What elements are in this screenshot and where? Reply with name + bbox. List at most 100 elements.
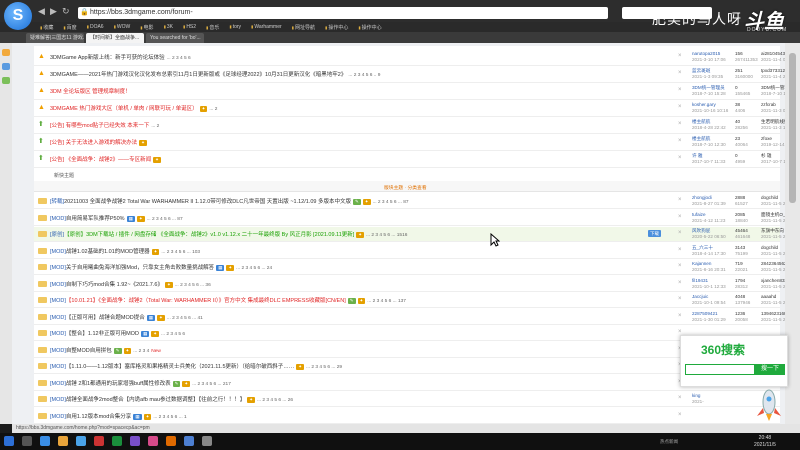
thread-row[interactable]: [MOD]【整合】1.12非正版可用MOD ▦ ✦... 2 3 4 5 6 ×	[34, 326, 780, 341]
edge-icon[interactable]	[40, 436, 50, 446]
thread-row[interactable]: [MOD]战锤 2和1都通用的玩家增强buff属性修改表 ✎ ✦... 2 3 4 …	[34, 376, 780, 391]
thread-row[interactable]: [转载]20211003 全面战争战锤2 Total War WARHAMMER…	[34, 194, 785, 209]
thread-tag[interactable]: [MOD]	[50, 414, 66, 420]
close-icon[interactable]: ×	[678, 263, 682, 269]
thread-title[interactable]: 3DMGAME 热门游戏大区（单机 / 单肉 / 网联可玩 / 单诞区） ✦...…	[50, 104, 217, 112]
thread-pages[interactable]: ... 2 3 4 5 6 .. 9	[348, 73, 380, 78]
close-icon[interactable]: ×	[678, 247, 682, 253]
sticky-thread-row[interactable]: ⬆ [公告] 《全面战争：战锤2》——专区新闻 ✦ × 许 雅 2017-10-7 11:…	[34, 152, 785, 168]
scrollbar-thumb[interactable]	[789, 53, 796, 203]
thread-pages[interactable]: ... 2 3 4 5 6 ... 87	[373, 200, 409, 205]
thread-pages[interactable]: ... 2 3 4 5 6 ... 87	[147, 217, 183, 222]
thread-pages[interactable]: ... 2	[151, 124, 159, 129]
sticky-thread-row[interactable]: ▲ 3DMGAME——2021年热门游戏汉化汉化发布总索引11月1日更新版或《足球…	[34, 67, 785, 83]
app-icon[interactable]	[166, 436, 176, 446]
bookmark[interactable]: 收藏	[36, 24, 57, 31]
thread-pages[interactable]: ... 2 3 4 5 6 ... 103	[161, 250, 200, 255]
thread-title-text[interactable]: 自整MOD自用拼包	[66, 348, 112, 354]
thread-pages[interactable]: ... 2	[209, 107, 217, 112]
folder-icon[interactable]	[58, 436, 68, 446]
thread-title[interactable]: 3DM 全论坛版区 管理规章制度！	[50, 87, 131, 95]
bookmark[interactable]: tory	[225, 24, 245, 30]
thread-title-text[interactable]: [公告] 关于无法进入游戏的解决办法	[50, 140, 137, 146]
bookmark[interactable]: 音乐	[202, 24, 223, 31]
last-post-user[interactable]: xjanchen8325	[761, 278, 785, 284]
rocket-icon[interactable]	[752, 386, 786, 422]
close-icon[interactable]: ×	[678, 53, 682, 59]
browser-tab-active[interactable]: 【时间新】全面战争...	[86, 33, 144, 43]
thread-pages[interactable]: ... 2 3 4 5 6 ... 137	[367, 299, 406, 304]
sticky-thread-row[interactable]: ⬆ [公告] 有哪些mod贴子已经失效 本来一下... 2 × 楼主航航 2018-4-…	[34, 118, 785, 134]
close-icon[interactable]: ×	[678, 121, 682, 127]
thread-pages[interactable]: ... 2 3 4 5 6 ... 217	[192, 382, 231, 387]
thread-title[interactable]: [MOD]关于自用曦曲兔海洋加强Mod，只靠女主角击败数量挑战解答 ▦ ✦... 2…	[50, 263, 272, 271]
favorites-icon[interactable]	[2, 49, 10, 56]
thread-tag[interactable]: [转载]	[50, 199, 64, 205]
app-icon[interactable]	[94, 436, 104, 446]
thread-title[interactable]: [MOD]自整MOD自用拼包 ✎ ✦... 2 3 4 New	[50, 346, 161, 354]
thread-title-text[interactable]: 【正版可用】战锤合题MOD提合	[66, 315, 145, 321]
thread-pages[interactable]: ... 2 3 4	[133, 349, 149, 354]
thread-title[interactable]: [MOD]【10.01.21】《全面战争：战锤2（Total War: WARH…	[50, 296, 406, 304]
sticky-thread-row[interactable]: ▲ 3DM 全论坛版区 管理规章制度！ × 3DM统一管理员 2018-7-10 15:…	[34, 84, 785, 100]
thread-title-text[interactable]: 自用1.12版本mod合集分享	[66, 414, 131, 420]
sticky-thread-row[interactable]: ▲ 3DMGame App新版上线：新手可获的论坛体验... 2 3 4 5 6 ×…	[34, 50, 785, 66]
thread-title[interactable]: [MOD]自用简易军队推荐P50% ▦ ✦... 2 3 4 5 6 ... 87	[50, 214, 183, 222]
last-post-user[interactable]: 面镜主机O_o	[761, 212, 785, 218]
refresh-icon[interactable]: ↻	[62, 6, 70, 17]
thread-title-text[interactable]: [公告] 《全面战争：战锤2》——专区新闻	[50, 157, 151, 163]
close-icon[interactable]: ×	[678, 230, 682, 236]
thread-title[interactable]: [MOD]【1.11.0——1.12版本】塞库格灵和果格精灵士兵美化（2021.…	[50, 362, 342, 370]
bookmark[interactable]: 3K	[160, 24, 177, 30]
thread-title[interactable]: [MOD]战锤 2和1都通用的玩家增强buff属性修改表 ✎ ✦... 2 3 4 …	[50, 379, 231, 387]
thread-title-text[interactable]: 战锤全面战争2mod整合【内诡afb mau参过数据调整】【往前之行！！！】	[66, 397, 245, 403]
bookmark[interactable]: 电影	[136, 24, 157, 31]
back-icon[interactable]: ◀	[38, 6, 45, 17]
thread-title-text[interactable]: 自制下巧巧mod合集 1.92~《2021.7.6》	[66, 282, 163, 288]
thread-row[interactable]: [MOD]自用简易军队推荐P50% ▦ ✦... 2 3 4 5 6 ... 87 ×…	[34, 211, 785, 226]
bookmark[interactable]: 百度	[59, 24, 80, 31]
thread-row[interactable]: [MOD]关于自用曦曲兔海洋加强Mod，只靠女主角击败数量挑战解答 ▦ ✦... 2…	[34, 260, 785, 275]
thread-title[interactable]: [MOD]【正版可用】战锤合题MOD提合 ▦ ✦... 2 3 4 5 6 ... …	[50, 313, 203, 321]
close-icon[interactable]: ×	[678, 296, 682, 302]
thread-row[interactable]: [MOD]自用1.12版本mod合集分享 ▦ ✦... 2 3 4 5 6 ... …	[34, 409, 780, 424]
thread-title[interactable]: [原创]【原创】3DM下载站 / 插件 / 网盘存储 《全面战争：战锤2》v1.…	[50, 230, 407, 238]
popup-search-input[interactable]	[685, 364, 755, 375]
browser-tab[interactable]: You searched for 'bo'...	[146, 33, 204, 43]
close-icon[interactable]: ×	[678, 87, 682, 93]
app-icon[interactable]	[148, 436, 158, 446]
thread-pages[interactable]: ... 2 3 4 5 6 ... 26	[257, 398, 293, 403]
bookmark[interactable]: HS2	[179, 24, 200, 30]
close-icon[interactable]: ×	[678, 138, 682, 144]
thread-tag[interactable]: [MOD]	[50, 216, 66, 222]
history-icon[interactable]	[2, 63, 10, 70]
thread-tag[interactable]: [MOD]	[50, 298, 66, 304]
bookmark[interactable]: WOW	[110, 24, 135, 30]
bookmark[interactable]: 操作中心	[354, 24, 385, 31]
thread-title-text[interactable]: 战锤 2和1都通用的玩家增强buff属性修改表	[66, 381, 171, 387]
system-clock[interactable]: 20:48 2021/11/5	[754, 436, 776, 448]
tray-news[interactable]: 热点新闻	[660, 439, 678, 445]
thread-tag[interactable]: [MOD]	[50, 348, 66, 354]
thread-row[interactable]: [MOD]战锤1.02基础的1.01的MOD管理器 ✦... 2 3 4 5 6 …	[34, 244, 785, 259]
thread-title-text[interactable]: 关于自用曦曲兔海洋加强Mod，只靠女主角击败数量挑战解答	[66, 265, 214, 271]
thread-pages[interactable]: ... 2 3 4 5 6	[161, 332, 185, 337]
thread-pages[interactable]: ... 2 3 4 5 6 ... 24	[236, 266, 272, 271]
thread-title[interactable]: [公告] 关于无法进入游戏的解决办法 ✦	[50, 138, 147, 146]
bookmark[interactable]: 操作中心	[321, 24, 352, 31]
thread-pages[interactable]: ... 2 3 4 5 6 ... 1516	[366, 233, 407, 238]
last-post-user[interactable]: 13946231684	[761, 311, 785, 317]
thread-title-text[interactable]: 【1.11.0——1.12版本】塞库格灵和果格精灵士兵美化（2021.11.5更…	[66, 364, 294, 370]
thread-title-text[interactable]: 【10.01.21】《全面战争：战锤2（Total War: WARHAMMER…	[66, 298, 346, 304]
browser-taskbar-icon[interactable]	[76, 436, 86, 446]
thread-row[interactable]: [原创]【原创】3DM下载站 / 插件 / 网盘存储 《全面战争：战锤2》v1.…	[34, 227, 785, 242]
thread-title[interactable]: [MOD]自制下巧巧mod合集 1.92~《2021.7.6》 ✦... 2 3 …	[50, 280, 211, 288]
thread-tag[interactable]: [MOD]	[50, 364, 66, 370]
thread-title-text[interactable]: 3DM 全论坛版区 管理规章制度！	[50, 89, 131, 95]
address-bar[interactable]: 🔒 https://bbs.3dmgame.com/forum-	[78, 7, 608, 19]
thread-title[interactable]: 3DMGAME——2021年热门游戏汉化汉化发布总索引11月1日更新版或《足球经…	[50, 70, 380, 78]
thread-title-text[interactable]: 3DMGAME——2021年热门游戏汉化汉化发布总索引11月1日更新版或《足球经…	[50, 72, 346, 78]
thread-title-text[interactable]: 3DMGame App新版上线：新手可获的论坛体验	[50, 55, 165, 61]
thread-pages[interactable]: ... 2 3 4 5 6 ... 41	[167, 316, 203, 321]
close-icon[interactable]: ×	[678, 197, 682, 203]
